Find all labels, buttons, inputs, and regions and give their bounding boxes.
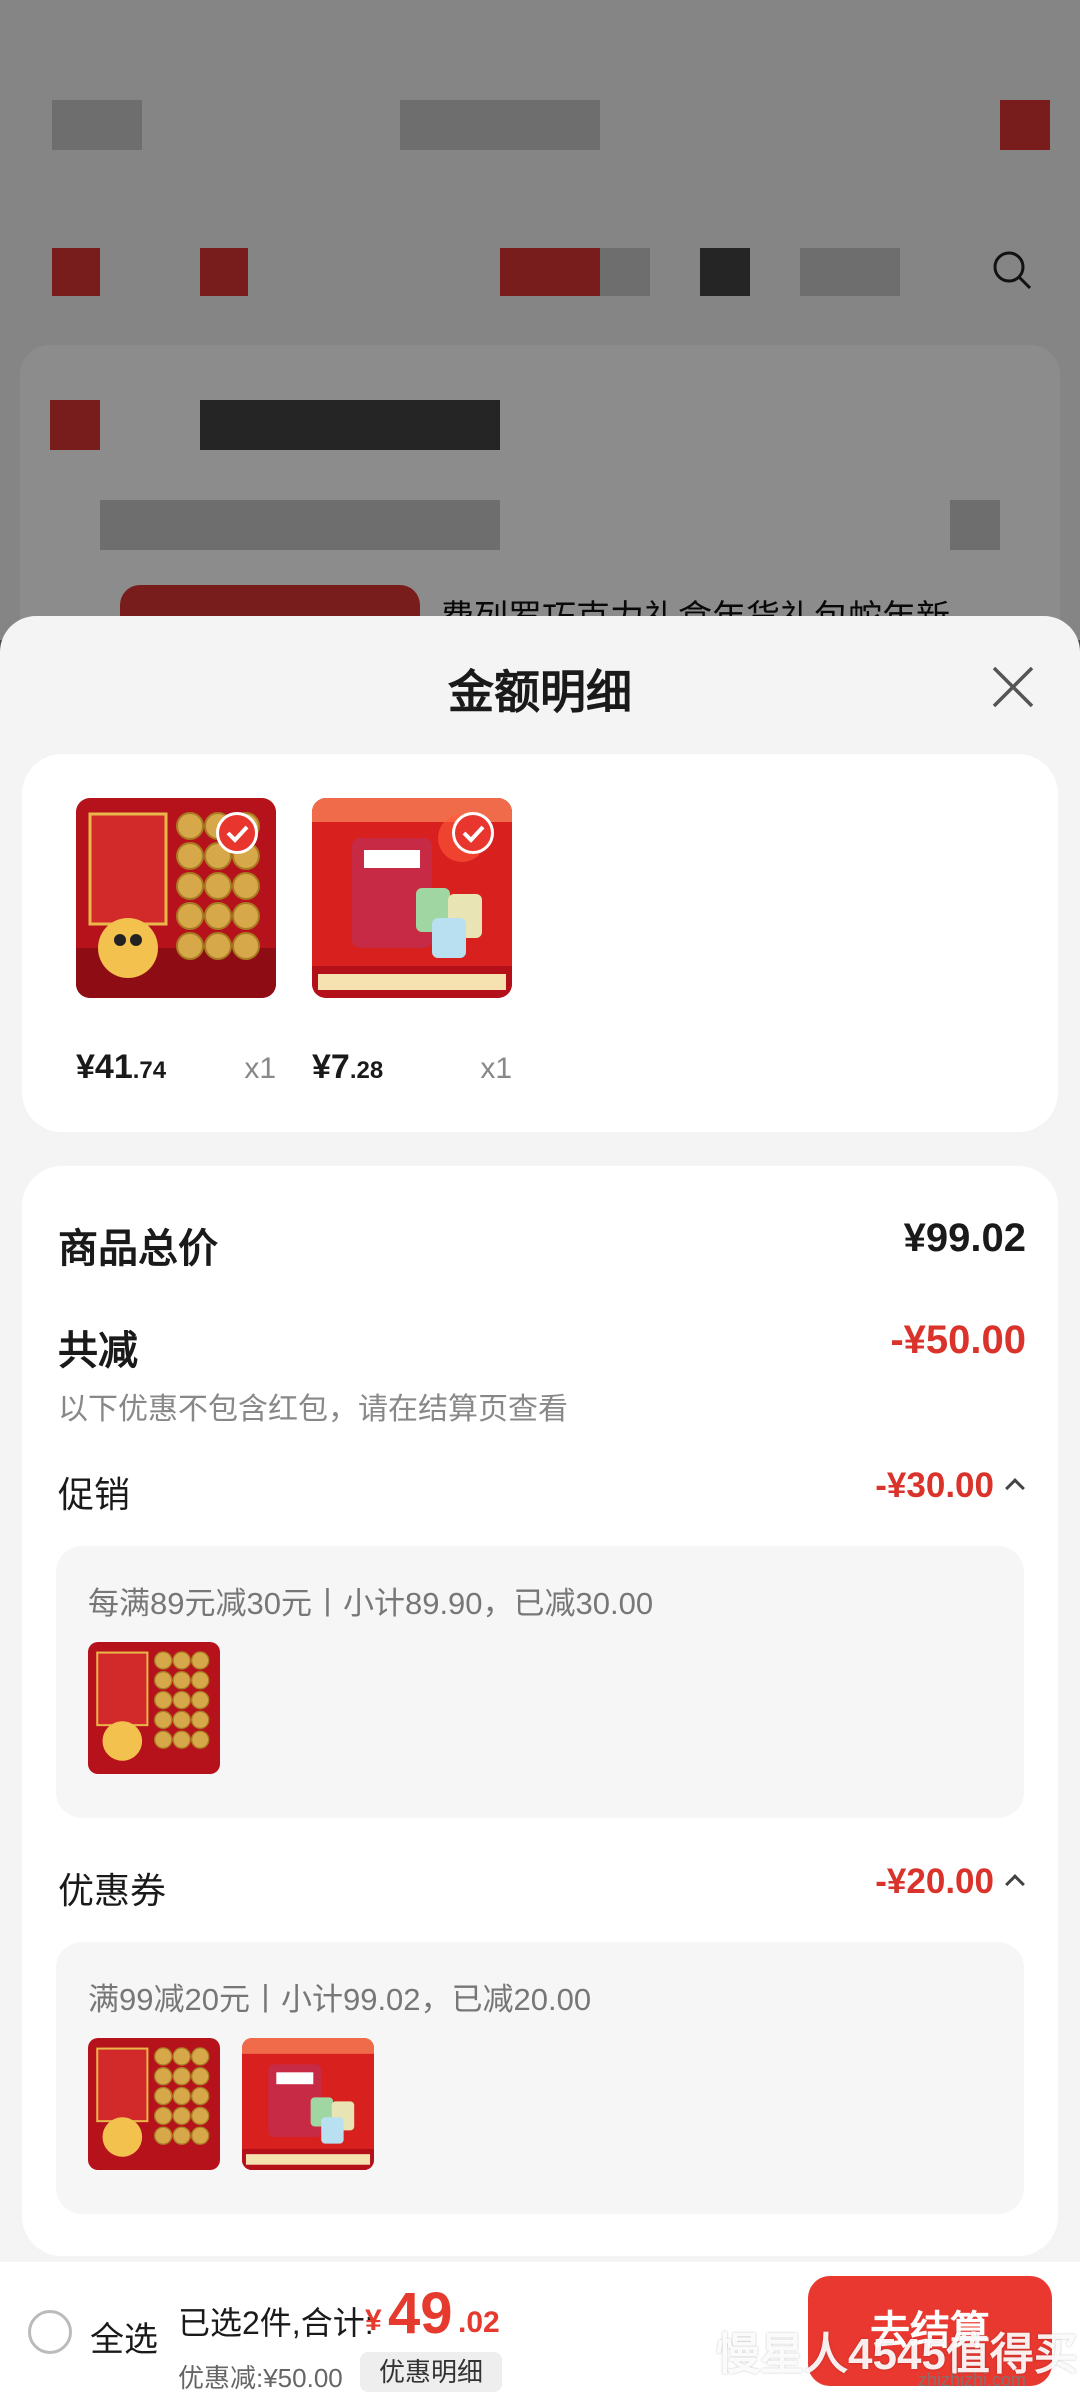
- product-price: ¥7.28: [312, 1048, 384, 1086]
- total-amount-dec: .02: [458, 2306, 500, 2339]
- total-price-label: 商品总价: [58, 1227, 218, 1271]
- selected-check-icon: [452, 812, 494, 854]
- promotion-label: 促销: [58, 1474, 131, 1515]
- product-item[interactable]: ¥41.74 x1: [76, 798, 276, 1086]
- coupon-product-thumb: [88, 2038, 220, 2170]
- total-currency: ¥: [365, 2304, 382, 2337]
- chevron-up-icon: [1005, 1874, 1025, 1894]
- coupon-rule: 满99减20元丨小计99.02，已减20.00: [88, 1982, 592, 2017]
- reduction-note: 以下优惠不包含红包，请在结算页查看: [58, 1393, 568, 1426]
- product-quantity: x1: [244, 1052, 276, 1085]
- products-card: ¥41.74 x1 ¥7.28 x1: [22, 754, 1058, 1132]
- close-icon[interactable]: [988, 662, 1038, 712]
- amount-detail-sheet: 金额明细 ¥41.74 x1 ¥7.28 x1 商品总价 ¥99.02 共减 -…: [0, 616, 1080, 2400]
- coupon-detail-box: 满99减20元丨小计99.02，已减20.00: [56, 1942, 1024, 2214]
- coupon-product-thumb: [242, 2038, 374, 2170]
- total-price-value: ¥99.02: [903, 1216, 1026, 1260]
- coupon-value: -¥20.00: [875, 1862, 994, 1901]
- reduction-label: 共减: [58, 1329, 138, 1373]
- discount-summary: 优惠减:¥50.00: [178, 2363, 343, 2393]
- price-detail-card: 商品总价 ¥99.02 共减 -¥50.00 以下优惠不包含红包，请在结算页查看…: [22, 1166, 1058, 2256]
- select-all-radio[interactable]: [28, 2310, 72, 2354]
- discount-detail-button[interactable]: 优惠明细: [360, 2352, 502, 2392]
- promotion-detail-box: 每满89元减30元丨小计89.90，已减30.00: [56, 1546, 1024, 1818]
- product-image: [312, 798, 512, 998]
- coupon-toggle[interactable]: -¥20.00: [875, 1862, 1025, 1902]
- promotion-value: -¥30.00: [875, 1466, 994, 1505]
- chevron-up-icon: [1005, 1478, 1025, 1498]
- promotion-toggle[interactable]: -¥30.00: [875, 1466, 1025, 1506]
- select-all-label[interactable]: 全选: [90, 2312, 158, 2361]
- selected-check-icon: [216, 812, 258, 854]
- selected-count: 已选2件,合计:: [178, 2305, 374, 2341]
- sheet-title: 金额明细: [448, 666, 632, 718]
- promotion-rule: 每满89元减30元丨小计89.90，已减30.00: [88, 1586, 654, 1621]
- reduction-value: -¥50.00: [890, 1318, 1026, 1362]
- product-item[interactable]: ¥7.28 x1: [312, 798, 512, 1086]
- promotion-product-thumb: [88, 1642, 220, 1774]
- product-image: [76, 798, 276, 998]
- watermark-url: zhizhizhi.com: [918, 2370, 1027, 2390]
- total-amount-int: 49: [388, 2281, 453, 2346]
- coupon-label: 优惠券: [58, 1870, 167, 1911]
- product-price: ¥41.74: [76, 1048, 167, 1086]
- product-quantity: x1: [480, 1052, 512, 1085]
